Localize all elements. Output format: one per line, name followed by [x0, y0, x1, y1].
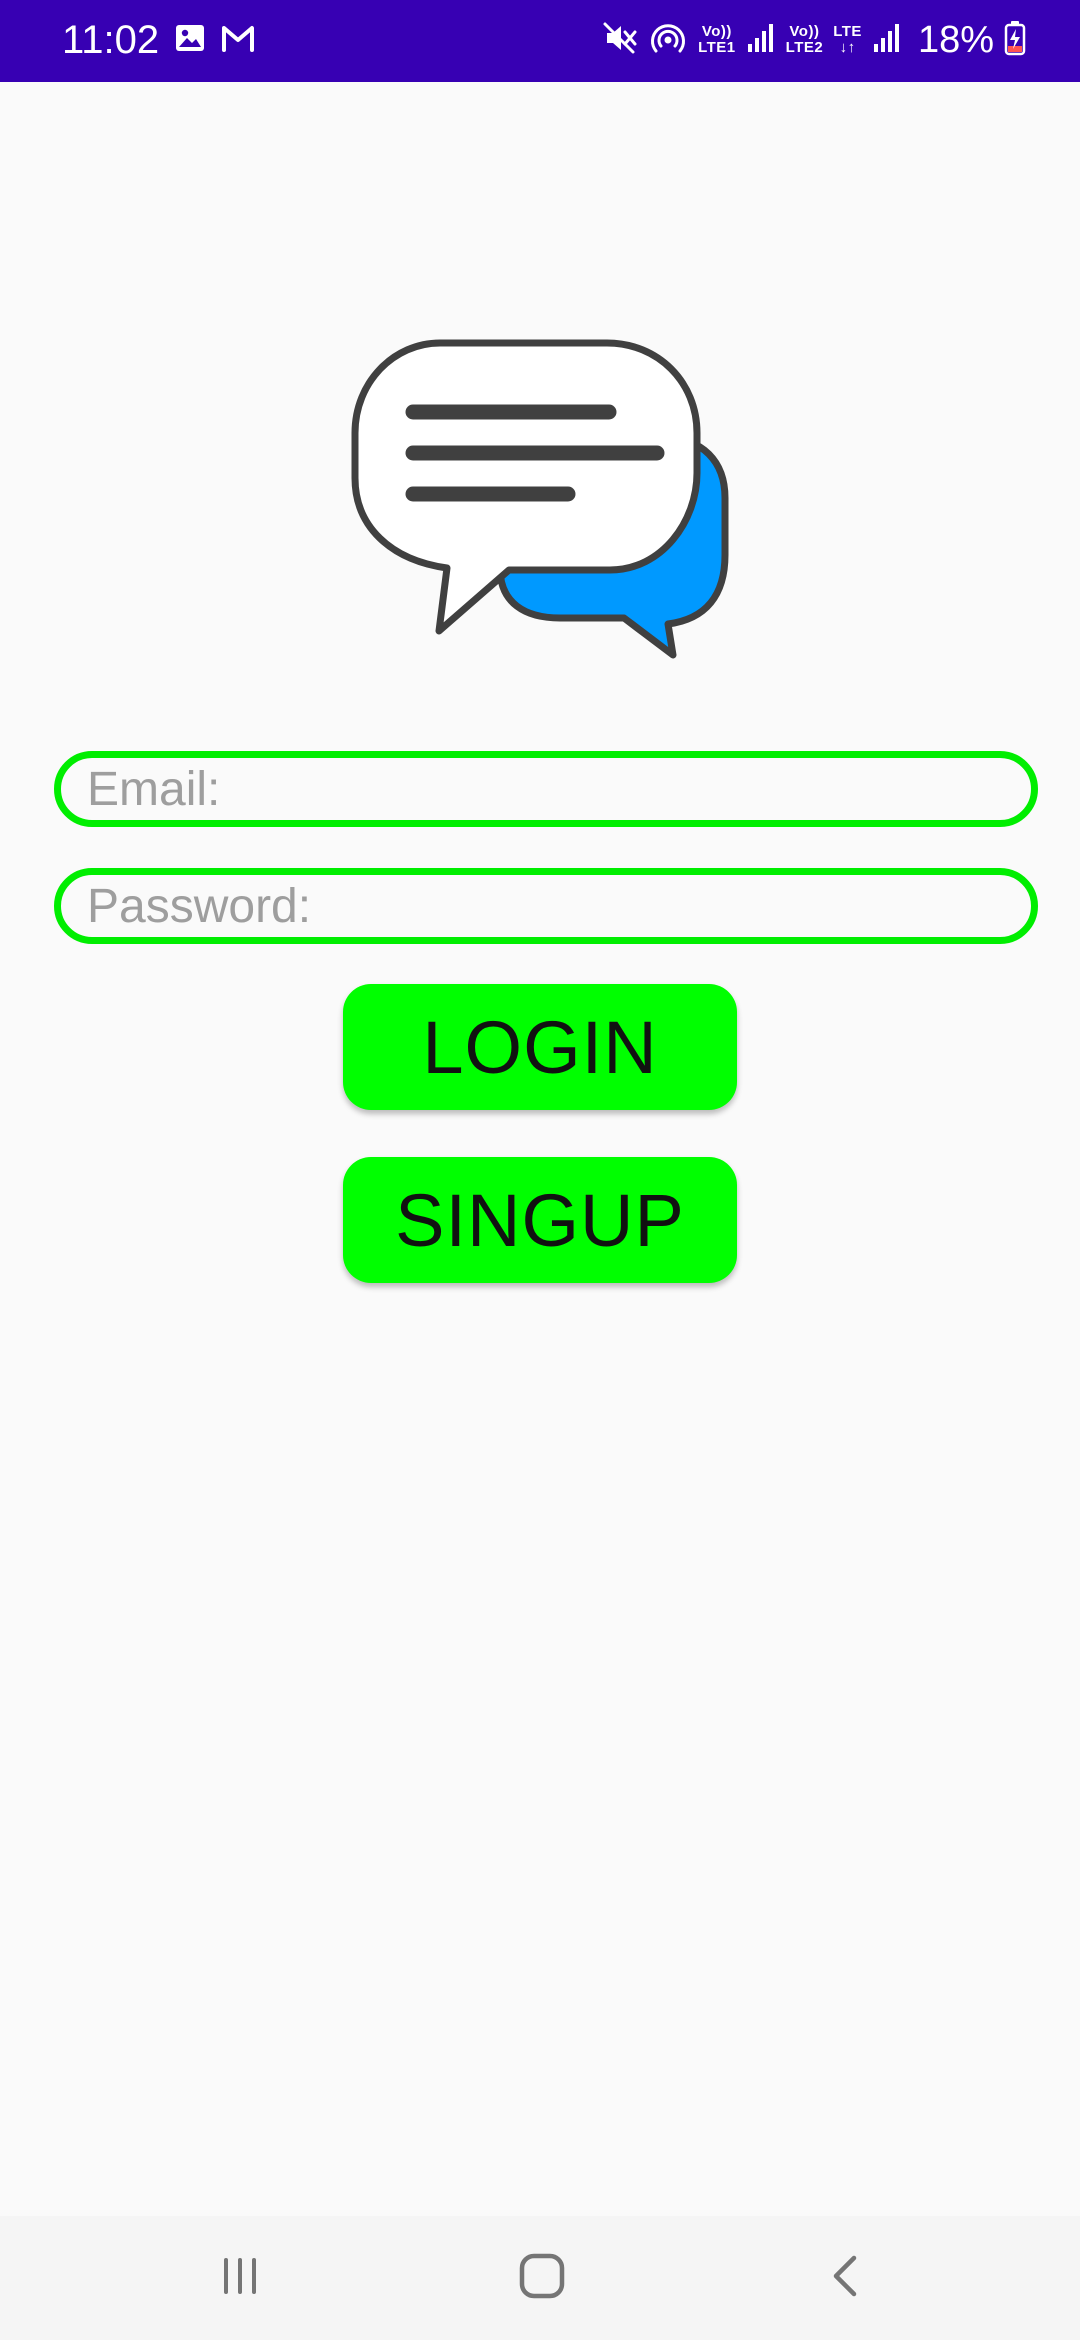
- status-bar: 11:02 Vo)) LTE1 Vo)) LTE2 LTE ↓↑ 18%: [0, 0, 1080, 82]
- home-button[interactable]: [502, 2238, 582, 2318]
- gmail-icon: [220, 23, 256, 58]
- data-type-label: LTE ↓↑: [833, 23, 862, 56]
- navigation-bar: [0, 2216, 1080, 2340]
- battery-charging-icon: [1004, 20, 1026, 61]
- recents-icon: [218, 2254, 262, 2303]
- battery-percent: 18%: [917, 19, 994, 61]
- password-field[interactable]: [61, 875, 1031, 937]
- email-field[interactable]: [61, 758, 1031, 820]
- signup-button[interactable]: SINGUP: [343, 1157, 737, 1283]
- status-left-icons: [174, 22, 256, 59]
- back-icon: [824, 2254, 868, 2303]
- recents-button[interactable]: [200, 2238, 280, 2318]
- sim2-label: Vo)) LTE2: [785, 23, 824, 56]
- status-right-icons: Vo)) LTE1 Vo)) LTE2 LTE ↓↑ 18%: [602, 14, 1026, 66]
- login-button[interactable]: LOGIN: [343, 984, 737, 1110]
- status-time: 11:02: [62, 18, 160, 62]
- image-icon: [174, 22, 206, 59]
- email-field-container: [54, 751, 1038, 827]
- password-field-container: [54, 868, 1038, 944]
- mute-icon: [602, 20, 638, 61]
- chat-bubbles-icon: [350, 338, 730, 668]
- signal-sim1-icon: [746, 22, 776, 59]
- hotspot-icon: [648, 20, 688, 61]
- sim1-label: Vo)) LTE1: [698, 23, 736, 56]
- back-button[interactable]: [806, 2238, 886, 2318]
- home-icon: [517, 2251, 567, 2306]
- signal-sim2-icon: [872, 22, 902, 59]
